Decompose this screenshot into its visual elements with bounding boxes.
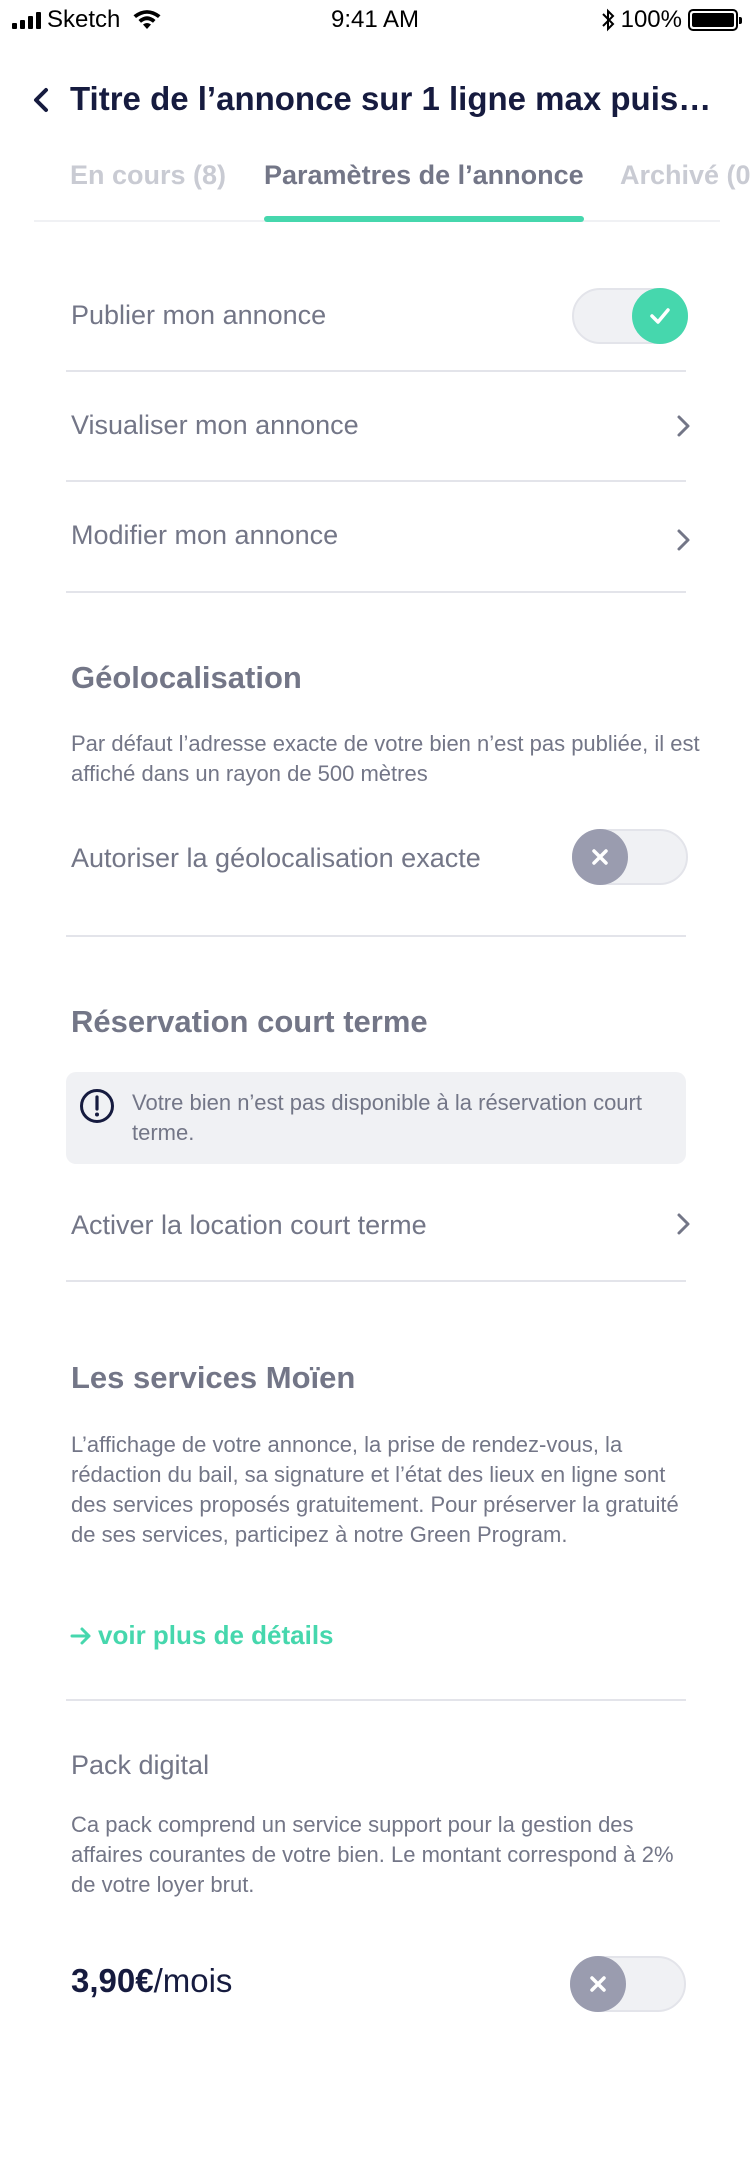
more-details-label: voir plus de détails [98, 1620, 334, 1650]
tab-bar: En cours (8) Paramètres de l’annonce Arc… [0, 160, 750, 222]
geolocation-title: Géolocalisation [71, 660, 302, 695]
back-arrow-icon[interactable] [28, 86, 56, 114]
toggle-knob [570, 1956, 626, 2012]
active-tab-indicator [264, 216, 584, 222]
view-listing-label: Visualiser mon annonce [71, 410, 359, 440]
chevron-right-icon [677, 1213, 690, 1235]
pack-price: 3,90€/mois [71, 1962, 232, 2000]
close-icon [590, 1976, 606, 1992]
chevron-right-icon [677, 529, 690, 551]
divider [66, 591, 686, 593]
divider [66, 480, 686, 482]
pack-description: Ca pack comprend un service support pour… [71, 1812, 674, 1897]
close-icon [592, 849, 608, 865]
services-title: Les services Moïen [71, 1360, 356, 1395]
pack-title: Pack digital [71, 1750, 210, 1780]
services-description: L’affichage de votre annonce, la prise d… [71, 1432, 679, 1547]
exclamation-icon [80, 1089, 114, 1123]
pack-toggle[interactable] [570, 1956, 686, 2012]
battery-percent: 100% [620, 6, 682, 33]
publish-label: Publier mon annonce [71, 300, 327, 330]
tab-parametres[interactable]: Paramètres de l’annonce [264, 160, 584, 191]
bluetooth-icon [601, 8, 615, 32]
toggle-knob [572, 829, 628, 885]
divider [66, 1699, 686, 1701]
page-title: Titre de l’annonce sur 1 ligne max puis… [70, 80, 712, 117]
geolocation-row: Autoriser la géolocalisation exacte [0, 825, 750, 895]
pack-price-period: /mois [153, 1962, 233, 1999]
status-right: 100% [601, 6, 742, 34]
chevron-right-icon [677, 415, 690, 437]
toggle-knob [632, 288, 688, 344]
geolocation-toggle[interactable] [572, 829, 688, 885]
geolocation-toggle-label: Autoriser la géolocalisation exacte [71, 843, 481, 873]
more-details-link[interactable]: voir plus de détails [70, 1620, 334, 1651]
pack-price-amount: 3,90€ [71, 1962, 154, 1999]
publish-row: Publier mon annonce [0, 280, 750, 350]
divider [66, 370, 686, 372]
geolocation-description: Par défaut l’adresse exacte de votre bie… [71, 731, 700, 786]
tab-en-cours[interactable]: En cours (8) [70, 160, 226, 191]
arrow-right-icon [70, 1627, 91, 1644]
edit-listing-label: Modifier mon annonce [71, 520, 339, 550]
short-term-info-text: Votre bien n’est pas disponible à la rés… [132, 1090, 642, 1145]
publish-toggle[interactable] [572, 288, 688, 344]
header: Titre de l’annonce sur 1 ligne max puis… [0, 76, 750, 126]
activate-short-term-label: Activer la location court terme [71, 1210, 427, 1240]
edit-listing-row[interactable]: Modifier mon annonce [0, 500, 750, 570]
battery-icon [688, 9, 742, 31]
short-term-info-box: Votre bien n’est pas disponible à la rés… [66, 1072, 686, 1164]
status-bar: Sketch 9:41 AM 100% [0, 0, 750, 40]
tab-archive[interactable]: Archivé (0) [620, 160, 750, 191]
divider [66, 935, 686, 937]
check-icon [650, 308, 670, 324]
short-term-title: Réservation court terme [71, 1004, 428, 1039]
view-listing-row[interactable]: Visualiser mon annonce [0, 390, 750, 460]
divider [66, 1280, 686, 1282]
activate-short-term-row[interactable]: Activer la location court terme [0, 1190, 750, 1260]
